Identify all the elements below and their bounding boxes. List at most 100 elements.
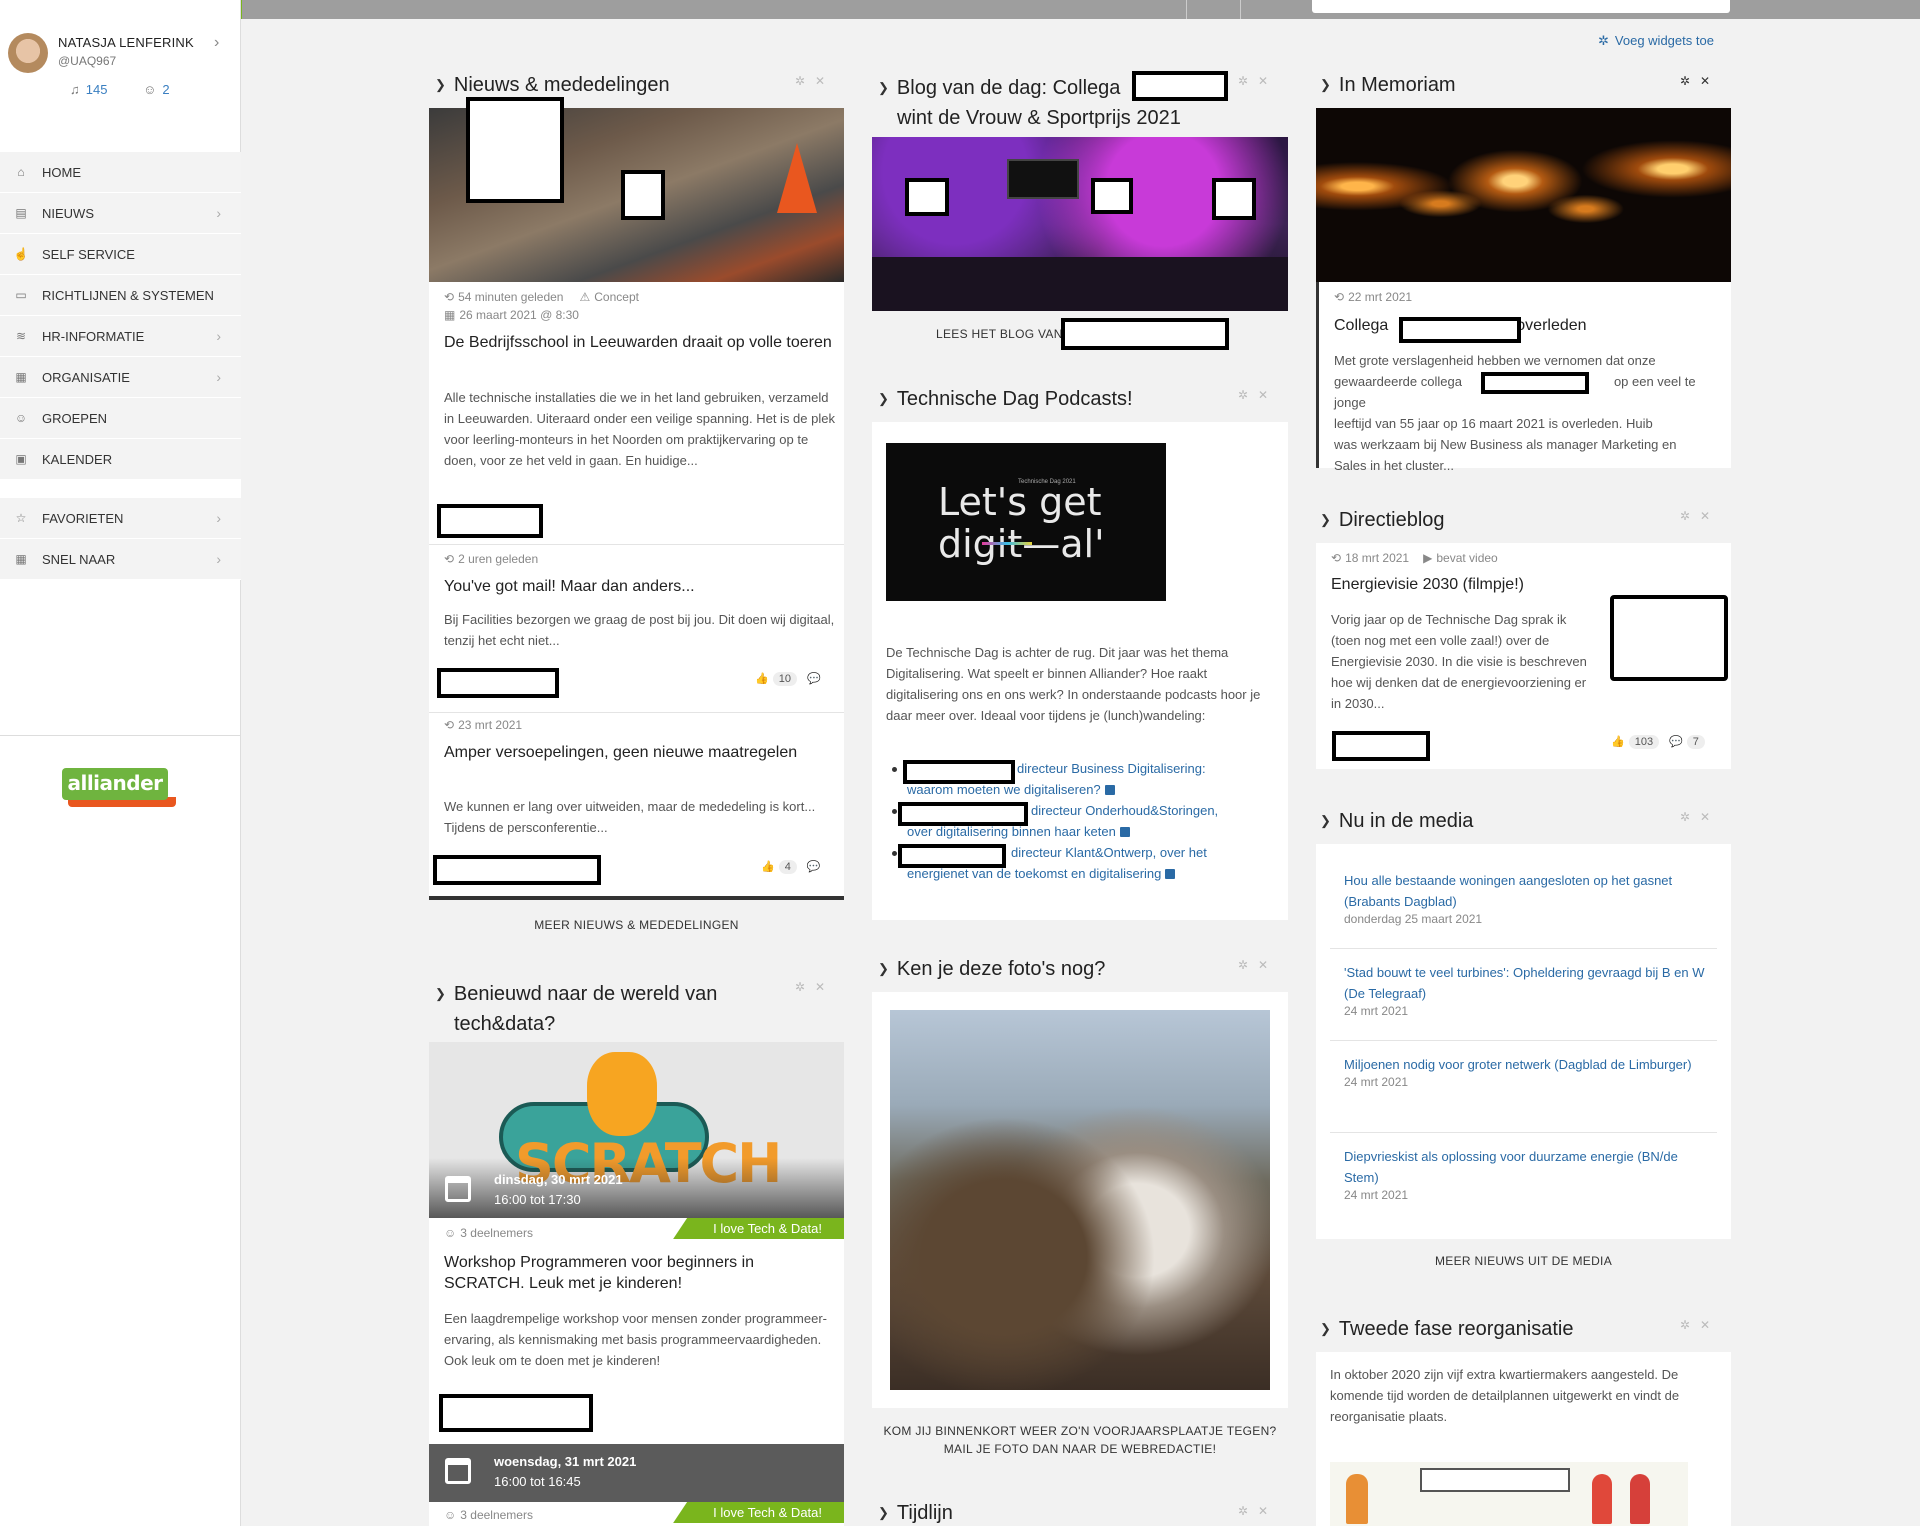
chevron-down-icon[interactable]: ❯ (1320, 512, 1331, 528)
podcast-image[interactable]: Technische Dag 2021 Let's get digit—al' (886, 443, 1166, 601)
widget-controls[interactable]: ✲✕ (1680, 1318, 1720, 1332)
chevron-down-icon[interactable]: ❯ (878, 391, 889, 407)
media-item[interactable]: 'Stad bouwt te veel turbines': Ophelderi… (1344, 962, 1709, 1018)
news-item-stats: 👍 10 💬 (755, 672, 821, 686)
redaction (439, 1394, 593, 1432)
media-item-title[interactable]: Miljoenen nodig voor groter netwerk (Dag… (1344, 1054, 1694, 1075)
news-item-meta: ⟲ 2 uren geleden (444, 552, 539, 566)
widget-controls[interactable]: ✲✕ (795, 980, 835, 994)
search-input[interactable] (1312, 0, 1730, 13)
help-button[interactable] (1186, 0, 1240, 19)
memoriam-title[interactable]: Collega overleden (1334, 315, 1724, 336)
event-body: Een laagdrempelige workshop voor mensen … (444, 1311, 827, 1368)
chevron-down-icon[interactable]: ❯ (435, 979, 446, 1008)
media-item-title[interactable]: 'Stad bouwt te veel turbines': Ophelderi… (1344, 962, 1709, 1004)
event-date-band[interactable]: woensdag, 31 mrt 2021 16:00 tot 16:45 (429, 1444, 844, 1502)
groups-link[interactable]: ☺ 2 (143, 82, 186, 97)
directieblog-widget-header[interactable]: ❯ Directieblog (1320, 509, 1445, 532)
comment-icon[interactable]: 💬 (807, 861, 821, 873)
podcasts-widget-header[interactable]: ❯ Technische Dag Podcasts! (878, 388, 1133, 411)
notifications-link[interactable]: ♫ 145 (70, 82, 123, 97)
nav-item-favorieten[interactable]: ☆ FAVORIETEN › (0, 498, 241, 539)
chevron-down-icon[interactable]: ❯ (878, 961, 889, 977)
alliander-logo[interactable]: alliander (62, 768, 176, 812)
blog-image-studio[interactable] (872, 137, 1288, 311)
widget-controls[interactable]: ✲✕ (1238, 74, 1278, 88)
widget-controls[interactable]: ✲✕ (1680, 509, 1720, 523)
thumbs-up-icon[interactable]: 👍 (761, 861, 775, 873)
media-item-title[interactable]: Diepvrieskist als oplossing voor duurzam… (1344, 1146, 1694, 1188)
media-card: Hou alle bestaande woningen aangesloten … (1316, 844, 1731, 1239)
media-item[interactable]: Miljoenen nodig voor groter netwerk (Dag… (1344, 1054, 1694, 1089)
redaction (1332, 731, 1430, 761)
nav-item-nieuws[interactable]: ▤ NIEUWS › (0, 193, 241, 234)
history-icon: ⟲ (444, 552, 455, 566)
nav-item-organisatie[interactable]: ▦ ORGANISATIE › (0, 357, 241, 398)
memoriam-date: ⟲ 22 mrt 2021 (1334, 290, 1413, 304)
news-item-title[interactable]: De Bedrijfsschool in Leeuwarden draait o… (444, 332, 834, 353)
redaction (1132, 71, 1228, 101)
chevron-down-icon[interactable]: ❯ (1320, 813, 1331, 829)
media-widget-header[interactable]: ❯ Nu in de media (1320, 810, 1473, 833)
blog-read-link[interactable]: LEES HET BLOG VAN (936, 327, 1063, 341)
thumbs-up-icon[interactable]: 👍 (755, 673, 769, 685)
photos-widget-header[interactable]: ❯ Ken je deze foto's nog? (878, 958, 1105, 981)
nav-item-groepen[interactable]: ☺ GROEPEN (0, 398, 241, 439)
chevron-down-icon[interactable]: ❯ (435, 77, 446, 93)
history-icon: ⟲ (1331, 551, 1342, 565)
more-news-link[interactable]: MEER NIEUWS & MEDEDELINGEN (429, 918, 844, 932)
directieblog-post-title[interactable]: Energievisie 2030 (filmpje!) (1331, 574, 1611, 595)
comment-icon[interactable]: 💬 (1669, 736, 1683, 748)
chevron-down-icon[interactable]: ❯ (1320, 1321, 1331, 1337)
chevron-right-icon: › (216, 328, 221, 344)
memoriam-widget-header[interactable]: ❯ In Memoriam (1320, 74, 1456, 97)
nav-item-hr-informatie[interactable]: ≋ HR-INFORMATIE › (0, 316, 241, 357)
more-media-link[interactable]: MEER NIEUWS UIT DE MEDIA (1316, 1254, 1731, 1268)
event-title[interactable]: Workshop Programmeren voor beginners in … (444, 1252, 834, 1294)
event-tag[interactable]: I love Tech & Data! (673, 1218, 844, 1239)
author-avatar[interactable] (1610, 595, 1728, 681)
news-item-title[interactable]: You've got mail! Maar dan anders... (444, 576, 834, 597)
thumbs-up-icon[interactable]: 👍 (1611, 736, 1625, 748)
widget-controls[interactable]: ✲✕ (795, 74, 835, 88)
nav-item-kalender[interactable]: ▣ KALENDER (0, 439, 241, 480)
memoriam-image-candles[interactable] (1316, 108, 1731, 282)
event-image-scratch[interactable]: SCRATCH dinsdag, 30 mrt 2021 16:00 tot 1… (429, 1042, 844, 1218)
reorg-widget-header[interactable]: ❯ Tweede fase reorganisatie (1320, 1318, 1574, 1341)
news-item-title[interactable]: Amper versoepelingen, geen nieuwe maatre… (444, 742, 834, 763)
media-item-title[interactable]: Hou alle bestaande woningen aangesloten … (1344, 870, 1694, 912)
nav-item-snel-naar[interactable]: ▦ SNEL NAAR › (0, 539, 241, 580)
media-item[interactable]: Hou alle bestaande woningen aangesloten … (1344, 870, 1694, 926)
chevron-down-icon[interactable]: ❯ (1320, 77, 1331, 93)
widget-controls[interactable]: ✲✕ (1238, 958, 1278, 972)
screen-graphic (1007, 159, 1079, 199)
reorg-illustration[interactable] (1330, 1462, 1688, 1526)
clipboard-button[interactable] (1240, 0, 1294, 19)
news-item-meta: ⟲ 23 mrt 2021 (444, 718, 523, 732)
widget-controls[interactable]: ✲✕ (1238, 388, 1278, 402)
nav-item-self-service[interactable]: ☝ SELF SERVICE (0, 234, 241, 275)
news-widget-header[interactable]: ❯ Nieuws & mededelingen (435, 74, 670, 97)
nav-item-home[interactable]: ⌂ HOME (0, 152, 241, 193)
media-item[interactable]: Diepvrieskist als oplossing voor duurzam… (1344, 1146, 1694, 1202)
nav-item-richtlijnen[interactable]: ▭ RICHTLIJNEN & SYSTEMEN (0, 275, 241, 316)
podcasts-card: Technische Dag 2021 Let's get digit—al' D… (872, 422, 1288, 920)
tech-widget-header[interactable]: ❯ Benieuwd naar de wereld van tech&data? (435, 980, 717, 1039)
podcast-image-text: Let's get digit—al' (938, 480, 1105, 566)
profile-block[interactable]: NATASJA LENFERINK @UAQ967 › ♫ 145 ☺ 2 (0, 30, 241, 110)
comment-icon[interactable]: 💬 (807, 673, 821, 685)
widget-controls[interactable]: ✲✕ (1680, 74, 1720, 88)
add-widgets-link[interactable]: ✲ Voeg widgets toe (1598, 33, 1714, 49)
like-count: 4 (778, 860, 797, 874)
chevron-down-icon[interactable]: ❯ (878, 73, 889, 102)
timeline-widget-header[interactable]: ❯ Tijdlijn (878, 1502, 953, 1525)
avatar[interactable] (8, 33, 48, 73)
event-tag[interactable]: I love Tech & Data! (673, 1502, 844, 1523)
widget-controls[interactable]: ✲✕ (1238, 1504, 1278, 1518)
floor-graphic (872, 257, 1288, 311)
chevron-right-icon[interactable]: › (214, 34, 219, 52)
photo-falcon-chicks[interactable] (890, 1010, 1270, 1390)
external-link-icon (1165, 869, 1176, 879)
widget-controls[interactable]: ✲✕ (1680, 810, 1720, 824)
chevron-down-icon[interactable]: ❯ (878, 1505, 889, 1521)
